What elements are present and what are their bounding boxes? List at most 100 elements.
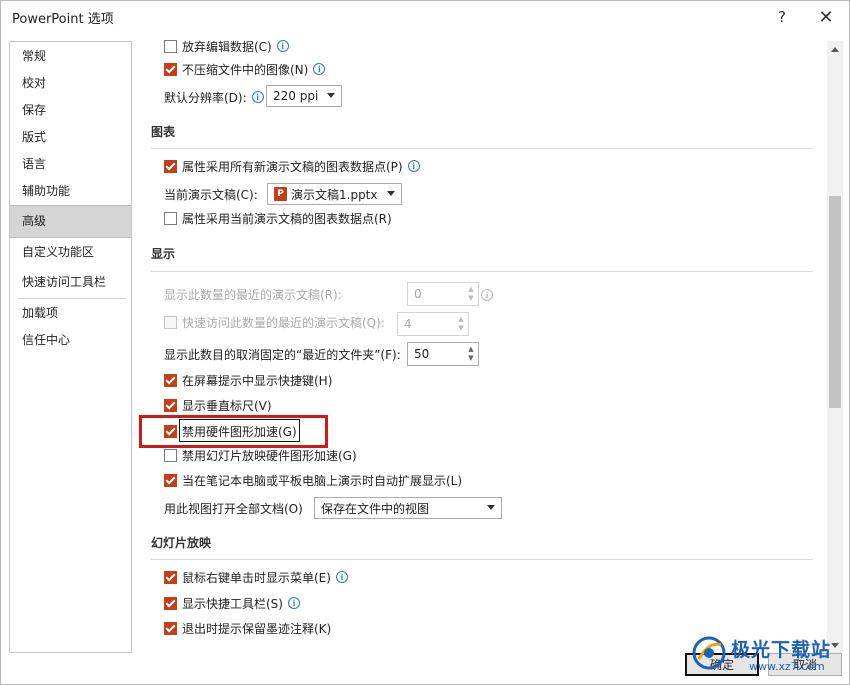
sidebar-item-customize-ribbon[interactable]: 自定义功能区 (10, 239, 131, 266)
info-icon: i (335, 571, 348, 583)
vertical-ruler-label: 显示垂直标尺(V) (182, 398, 272, 413)
chart-section-heading: 图表 (151, 125, 176, 139)
sidebar-item-advanced[interactable]: 高级 (10, 205, 131, 238)
options-sidebar: 常规 校对 保存 版式 语言 辅助功能 高级 自定义功能区 快速访问工具栏 加载… (9, 41, 132, 653)
props-current-row[interactable]: 属性采用当前演示文稿的图表数据点(R) (164, 207, 392, 229)
popup-toolbar-label: 显示快捷工具栏(S) (182, 596, 283, 611)
current-pres-dropdown[interactable]: P 演示文稿1.pptx (267, 183, 402, 205)
open-view-value: 保存在文件中的视图 (321, 501, 430, 516)
section-divider (151, 271, 813, 272)
section-divider (151, 148, 813, 149)
help-button[interactable]: ? (767, 5, 797, 29)
watermark-url: www.xz7.com (749, 660, 825, 673)
current-pres-value: 演示文稿1.pptx (291, 187, 378, 202)
right-click-menu-row[interactable]: 鼠标右键单击时显示菜单(E) i (164, 566, 348, 588)
no-compress-checkbox[interactable] (164, 62, 177, 76)
info-icon: i (276, 40, 289, 52)
unpinned-folders-spinner[interactable]: 50 ▲ ▼ (407, 342, 479, 366)
spinner-arrows-icon[interactable]: ▲ ▼ (466, 285, 476, 303)
info-icon: i (251, 91, 264, 103)
vertical-ruler-checkbox[interactable] (164, 398, 177, 412)
recent-count-spinner[interactable]: 0 ▲ ▼ (407, 282, 479, 306)
scroll-up-button[interactable] (827, 41, 843, 58)
watermark-logo-icon (692, 636, 726, 670)
display-section-heading: 显示 (151, 247, 176, 261)
auto-extend-checkbox[interactable] (164, 473, 177, 487)
discard-editing-row[interactable]: 放弃编辑数据(C) i (164, 35, 289, 57)
sidebar-item-layout[interactable]: 版式 (10, 124, 131, 151)
info-icon: i (287, 597, 300, 609)
disable-slideshow-hw-label: 禁用幻灯片放映硬件图形加速(G) (182, 448, 357, 463)
sidebar-divider (18, 298, 126, 299)
props-current-label: 属性采用当前演示文稿的图表数据点(R) (182, 211, 392, 226)
sidebar-item-language[interactable]: 语言 (10, 151, 131, 178)
vertical-ruler-row[interactable]: 显示垂直标尺(V) (164, 394, 272, 416)
no-compress-label: 不压缩文件中的图像(N) (182, 62, 309, 77)
keep-ink-row[interactable]: 退出时提示保留墨迹注释(K) (164, 617, 331, 639)
discard-editing-checkbox[interactable] (164, 39, 177, 53)
current-pres-label: 当前演示文稿(C): (164, 187, 258, 202)
pptx-file-icon: P (274, 187, 287, 201)
shortcut-keys-label: 在屏幕提示中显示快捷键(H) (182, 373, 333, 388)
discard-editing-label: 放弃编辑数据(C) (182, 39, 272, 54)
section-divider (151, 559, 813, 560)
props-all-new-label: 属性采用所有新演示文稿的图表数据点(P) (182, 159, 403, 174)
spinner-arrows-icon[interactable]: ▲ ▼ (456, 315, 466, 333)
quick-access-recent-row: 快速访问此数量的最近的演示文稿(Q): (164, 311, 385, 333)
quick-access-recent-spinner[interactable]: 4 ▲ ▼ (397, 312, 469, 336)
scrollbar-thumb[interactable] (829, 196, 841, 408)
recent-count-row: 显示此数量的最近的演示文稿(R): (164, 283, 342, 305)
vertical-scrollbar[interactable] (827, 41, 843, 654)
popup-toolbar-checkbox[interactable] (164, 596, 177, 610)
popup-toolbar-row[interactable]: 显示快捷工具栏(S) i (164, 592, 300, 614)
quick-access-recent-checkbox[interactable] (164, 315, 177, 329)
open-view-dropdown[interactable]: 保存在文件中的视图 (314, 497, 502, 519)
resolution-value: 220 ppi (273, 89, 319, 103)
options-dialog: PowerPoint 选项 ? ✕ 常规 校对 保存 版式 语言 辅助功能 高级… (0, 0, 850, 685)
watermark-text: 极光下载站 (731, 639, 832, 661)
sidebar-item-accessibility[interactable]: 辅助功能 (10, 178, 131, 205)
advanced-options-panel: 放弃编辑数据(C) i 不压缩文件中的图像(N) i 默认分辨率(D): i 2… (141, 34, 826, 654)
sidebar-item-general[interactable]: 常规 (10, 43, 131, 70)
chevron-down-icon (387, 191, 395, 196)
keep-ink-checkbox[interactable] (164, 621, 177, 635)
sidebar-item-addins[interactable]: 加载项 (10, 300, 131, 327)
props-current-checkbox[interactable] (164, 211, 177, 225)
watermark: 极光下载站 www.xz7.com (691, 633, 841, 681)
shortcut-keys-checkbox[interactable] (164, 373, 177, 387)
open-view-row: 用此视图打开全部文档(O) (164, 497, 303, 519)
resolution-dropdown[interactable]: 220 ppi (266, 85, 342, 107)
keep-ink-label: 退出时提示保留墨迹注释(K) (182, 621, 332, 636)
current-pres-row: 当前演示文稿(C): (164, 183, 258, 205)
recent-count-label: 显示此数量的最近的演示文稿(R): (164, 287, 342, 302)
sidebar-item-quick-access-toolbar[interactable]: 快速访问工具栏 (10, 269, 131, 296)
slideshow-section-heading: 幻灯片放映 (151, 536, 212, 550)
quick-access-recent-label: 快速访问此数量的最近的演示文稿(Q): (182, 315, 385, 330)
chevron-down-icon (487, 505, 495, 510)
dialog-title: PowerPoint 选项 (12, 12, 114, 27)
close-icon[interactable]: ✕ (811, 5, 841, 29)
no-compress-row[interactable]: 不压缩文件中的图像(N) i (164, 58, 326, 80)
resolution-label: 默认分辨率(D): (164, 90, 247, 105)
sidebar-item-save[interactable]: 保存 (10, 97, 131, 124)
disable-slideshow-hw-checkbox[interactable] (164, 448, 177, 462)
auto-extend-row[interactable]: 当在笔记本电脑或平板电脑上演示时自动扩展显示(L) (164, 469, 462, 491)
info-icon: i (481, 289, 493, 301)
recent-count-value: 0 (414, 287, 422, 301)
shortcut-keys-row[interactable]: 在屏幕提示中显示快捷键(H) (164, 369, 332, 391)
focus-rectangle (179, 419, 300, 442)
chevron-up-icon (831, 47, 839, 52)
sidebar-item-proofing[interactable]: 校对 (10, 70, 131, 97)
props-all-new-row[interactable]: 属性采用所有新演示文稿的图表数据点(P) i (164, 155, 420, 177)
chevron-down-icon (327, 93, 335, 98)
sidebar-item-trust-center[interactable]: 信任中心 (10, 327, 131, 354)
right-click-menu-checkbox[interactable] (164, 570, 177, 584)
spinner-arrows-icon[interactable]: ▲ ▼ (466, 345, 476, 363)
unpinned-folders-value: 50 (414, 347, 430, 361)
resolution-row: 默认分辨率(D): i (164, 86, 264, 108)
unpinned-folders-label: 显示此数目的取消固定的“最近的文件夹”(F): (164, 347, 401, 362)
props-all-new-checkbox[interactable] (164, 159, 177, 173)
title-bar: PowerPoint 选项 ? ✕ (1, 1, 849, 34)
quick-access-recent-value: 4 (404, 317, 412, 331)
info-icon: i (313, 63, 326, 75)
